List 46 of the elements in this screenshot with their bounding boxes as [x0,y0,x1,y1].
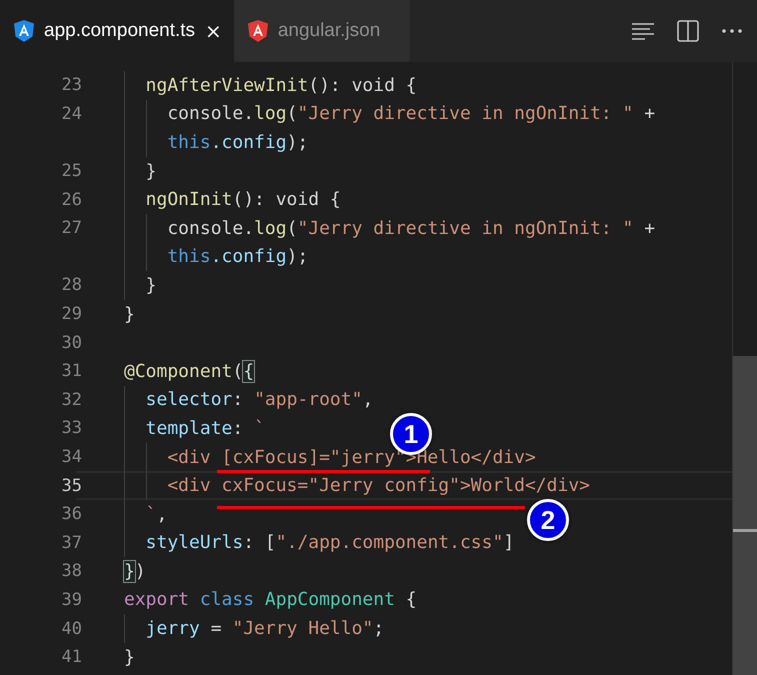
code-line: `, [124,500,168,528]
split-editor-icon[interactable] [677,20,699,42]
line-number: 23 [62,74,82,98]
code-line: ngAfterViewInit(): void { [124,71,417,100]
number-badge: 2 [527,499,569,541]
code-line: selector: "app-root", [124,386,374,414]
line-number: 29 [62,303,82,326]
line-number: 32 [62,388,82,412]
code-line: this.config); [124,128,308,157]
line-number: 36 [62,503,82,526]
editor-tab[interactable]: angular.json [234,0,410,62]
scrollbar[interactable] [732,62,757,675]
close-button[interactable]: × [205,19,222,43]
code-line: console.log("Jerry directive in ngOnInit: " + [124,100,656,128]
code-line: } [124,271,157,300]
code-line: ngOnInit(): void { [124,185,341,214]
line-number: 40 [62,618,82,641]
line-number: 30 [62,332,82,355]
code-line: }) [124,560,146,584]
code-line: this.config); [124,242,308,272]
line-number: 24 [62,102,82,126]
code-line: } [124,156,157,186]
code-line: <div cxFocus="Jerry config">World</div> [124,471,590,500]
code-line: export class AppComponent { [124,588,417,612]
line-number: 25 [62,160,82,184]
line-number: 37 [62,532,82,555]
line-number: 27 [62,217,82,240]
more-icon[interactable] [721,28,743,34]
line-number: 34 [62,446,82,470]
line-number: 38 [62,560,82,584]
line-number: 31 [62,360,82,384]
line-number: 39 [62,588,82,612]
code-line: jerry = "Jerry Hello"; [124,614,384,643]
code-line: } [124,646,135,670]
line-number: 41 [62,646,82,670]
lines-icon[interactable] [631,22,655,40]
code-line: console.log("Jerry directive in ngOnInit: " + [124,214,656,243]
code-line: styleUrls: ["./app.component.css"] [124,528,514,558]
line-number: 35 [62,474,82,498]
line-number: 28 [62,274,82,298]
line-number: 26 [62,188,82,212]
code-line: } [124,302,135,327]
editor-tab[interactable]: app.component.ts × [0,0,234,62]
line-number: 33 [62,417,82,440]
code-line: @Component({ [124,360,254,384]
code-line: template: ` [124,414,265,443]
